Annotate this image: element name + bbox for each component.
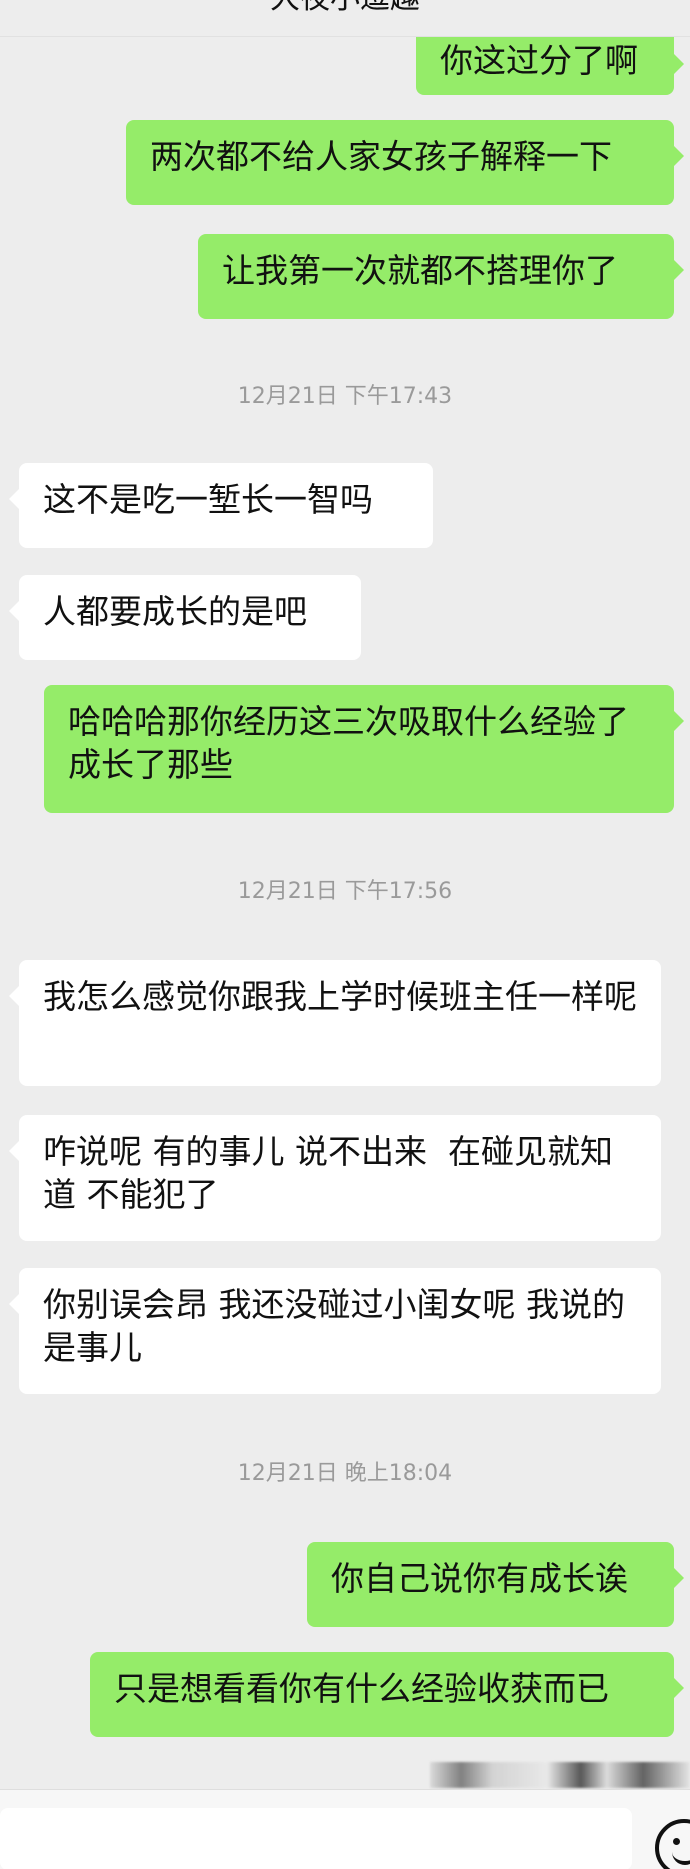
received-message-2[interactable]: 人都要成长的是吧 [9, 575, 361, 660]
received-message-5[interactable]: 你别误会昂 我还没碰过小闺女呢 我说的是事儿 [9, 1268, 661, 1394]
emoji-mouth [672, 1847, 690, 1865]
sent-message-2[interactable]: 两次都不给人家女孩子解释一下 [126, 120, 684, 205]
message-input[interactable] [0, 1808, 632, 1869]
received-message-1[interactable]: 这不是吃一堑长一智吗 [9, 463, 433, 548]
smile-icon[interactable] [655, 1819, 690, 1869]
wechat-chat-screen: 大夜小逗趣 你这过分了啊 两次都不给人家女孩子解释一下 让我第一次就都不搭理你了… [0, 0, 690, 1869]
sent-message-4[interactable]: 哈哈哈那你经历这三次吸取什么经验了成长了那些 [44, 685, 684, 813]
chat-title: 大夜小逗趣 [270, 0, 420, 16]
sent-message-1[interactable]: 你这过分了啊 [416, 28, 684, 95]
timestamp-1: 12月21日 下午17:43 [237, 384, 453, 409]
received-message-4[interactable]: 咋说呢 有的事儿 说不出来 在碰见就知道 不能犯了 [9, 1115, 661, 1241]
sent-message-3[interactable]: 让我第一次就都不搭理你了 [198, 234, 684, 319]
received-message-3[interactable]: 我怎么感觉你跟我上学时候班主任一样呢 [9, 960, 661, 1086]
blurred-image-preview[interactable] [430, 1762, 690, 1788]
sent-message-5[interactable]: 你自己说你有成长诶 [307, 1542, 684, 1627]
chat-title-bar: 大夜小逗趣 [0, 0, 690, 37]
sent-message-6[interactable]: 只是想看看你有什么经验收获而已 [90, 1652, 684, 1737]
timestamp-2: 12月21日 下午17:56 [237, 879, 453, 904]
emoji-left-eye [673, 1838, 680, 1845]
message-input-bar [0, 1789, 690, 1869]
timestamp-3: 12月21日 晚上18:04 [237, 1461, 453, 1486]
